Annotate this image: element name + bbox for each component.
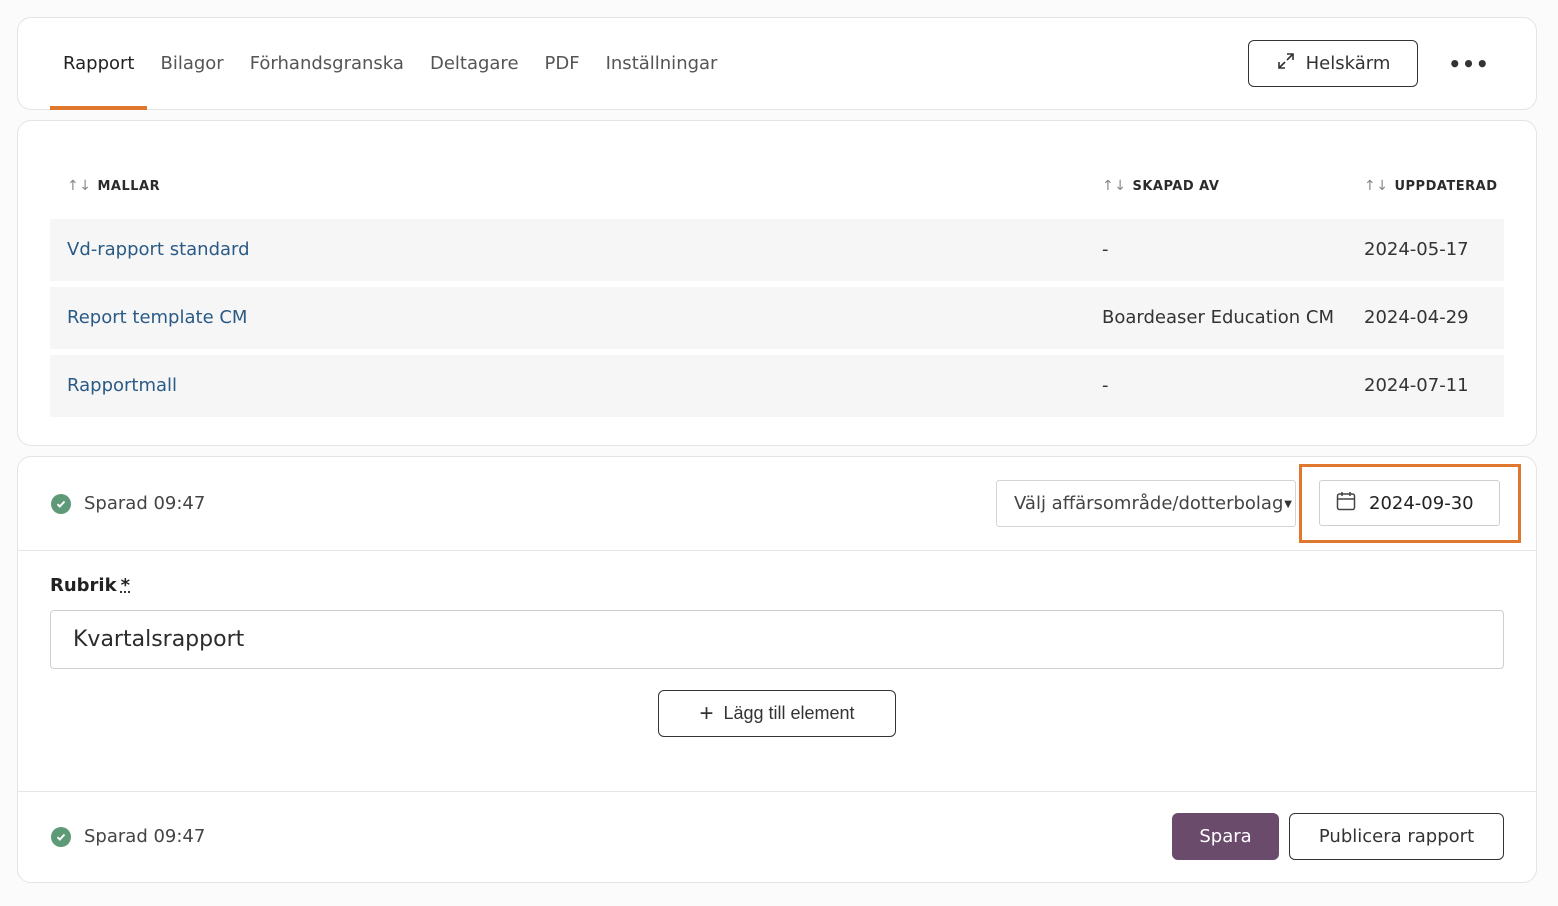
table-row[interactable]: Rapportmall - 2024-07-11 — [50, 355, 1504, 417]
date-value: 2024-09-30 — [1369, 492, 1474, 514]
template-name-link[interactable]: Report template CM — [67, 287, 247, 349]
fullscreen-label: Helskärm — [1305, 53, 1391, 74]
sort-icon: ↑↓ — [67, 178, 92, 194]
add-element-label: Lägg till element — [723, 703, 855, 723]
business-area-select[interactable]: Välj affärsområde/dotterbolag ▼ — [996, 480, 1296, 527]
report-date-picker[interactable]: 2024-09-30 — [1319, 480, 1500, 526]
sort-icon: ↑↓ — [1364, 178, 1389, 194]
template-name-link[interactable]: Vd-rapport standard — [67, 219, 250, 281]
fullscreen-button[interactable]: Helskärm — [1248, 40, 1418, 87]
column-header-skapad-av[interactable]: ↑↓ SKAPAD AV — [1102, 171, 1219, 201]
check-circle-icon — [51, 493, 71, 514]
calendar-icon — [1335, 490, 1357, 517]
tab-deltagare[interactable]: Deltagare — [417, 18, 532, 110]
saved-status-footer: Sparad 09:47 — [51, 826, 205, 847]
saved-status: Sparad 09:47 — [51, 493, 205, 514]
more-options-button[interactable]: ••• — [1446, 40, 1492, 87]
templates-card: ↑↓ MALLAR ↑↓ SKAPAD AV ↑↓ UPPDATERAD Vd-… — [17, 120, 1537, 446]
saved-status-text: Sparad 09:47 — [84, 493, 206, 514]
business-area-value: Välj affärsområde/dotterbolag — [1014, 493, 1284, 514]
plus-icon: + — [699, 699, 714, 727]
tab-installningar[interactable]: Inställningar — [593, 18, 731, 110]
publish-report-button[interactable]: Publicera rapport — [1289, 813, 1504, 860]
tab-list: Rapport Bilagor Förhandsgranska Deltagar… — [50, 18, 730, 110]
report-tabs-bar: Rapport Bilagor Förhandsgranska Deltagar… — [17, 17, 1537, 110]
title-label-text: Rubrik — [50, 575, 117, 596]
template-name-link[interactable]: Rapportmall — [67, 355, 177, 417]
column-header-uppdaterad[interactable]: ↑↓ UPPDATERAD — [1364, 171, 1498, 201]
template-creator: - — [1102, 239, 1109, 260]
save-button[interactable]: Spara — [1172, 813, 1279, 860]
column-label: SKAPAD AV — [1132, 178, 1220, 194]
saved-status-text: Sparad 09:47 — [84, 826, 206, 847]
tab-forhandsgranska[interactable]: Förhandsgranska — [237, 18, 417, 110]
divider — [18, 550, 1536, 551]
expand-arrows-icon — [1276, 51, 1296, 76]
tab-bilagor[interactable]: Bilagor — [147, 18, 236, 110]
column-header-mallar[interactable]: ↑↓ MALLAR — [67, 171, 160, 201]
check-circle-icon — [51, 826, 71, 847]
table-row[interactable]: Report template CM Boardeaser Education … — [50, 287, 1504, 349]
tab-pdf[interactable]: PDF — [532, 18, 593, 110]
template-updated: 2024-07-11 — [1364, 375, 1469, 396]
caret-down-icon: ▼ — [1284, 499, 1292, 510]
template-creator: Boardeaser Education CM — [1102, 307, 1335, 328]
column-label: MALLAR — [97, 178, 161, 194]
template-updated: 2024-04-29 — [1364, 307, 1469, 328]
template-updated: 2024-05-17 — [1364, 239, 1469, 260]
title-field-label: Rubrik * — [50, 575, 130, 596]
required-marker: * — [120, 575, 130, 596]
report-editor-card: Sparad 09:47 Välj affärsområde/dotterbol… — [17, 456, 1537, 883]
more-dots-icon: ••• — [1448, 51, 1490, 76]
add-element-button[interactable]: + Lägg till element — [658, 690, 896, 737]
template-creator: - — [1102, 375, 1109, 396]
table-row[interactable]: Vd-rapport standard - 2024-05-17 — [50, 219, 1504, 281]
report-title-input[interactable] — [50, 610, 1504, 669]
column-label: UPPDATERAD — [1394, 178, 1498, 194]
table-header: ↑↓ MALLAR ↑↓ SKAPAD AV ↑↓ UPPDATERAD — [50, 171, 1504, 201]
divider — [18, 791, 1536, 792]
tab-rapport[interactable]: Rapport — [50, 18, 148, 110]
sort-icon: ↑↓ — [1102, 178, 1127, 194]
